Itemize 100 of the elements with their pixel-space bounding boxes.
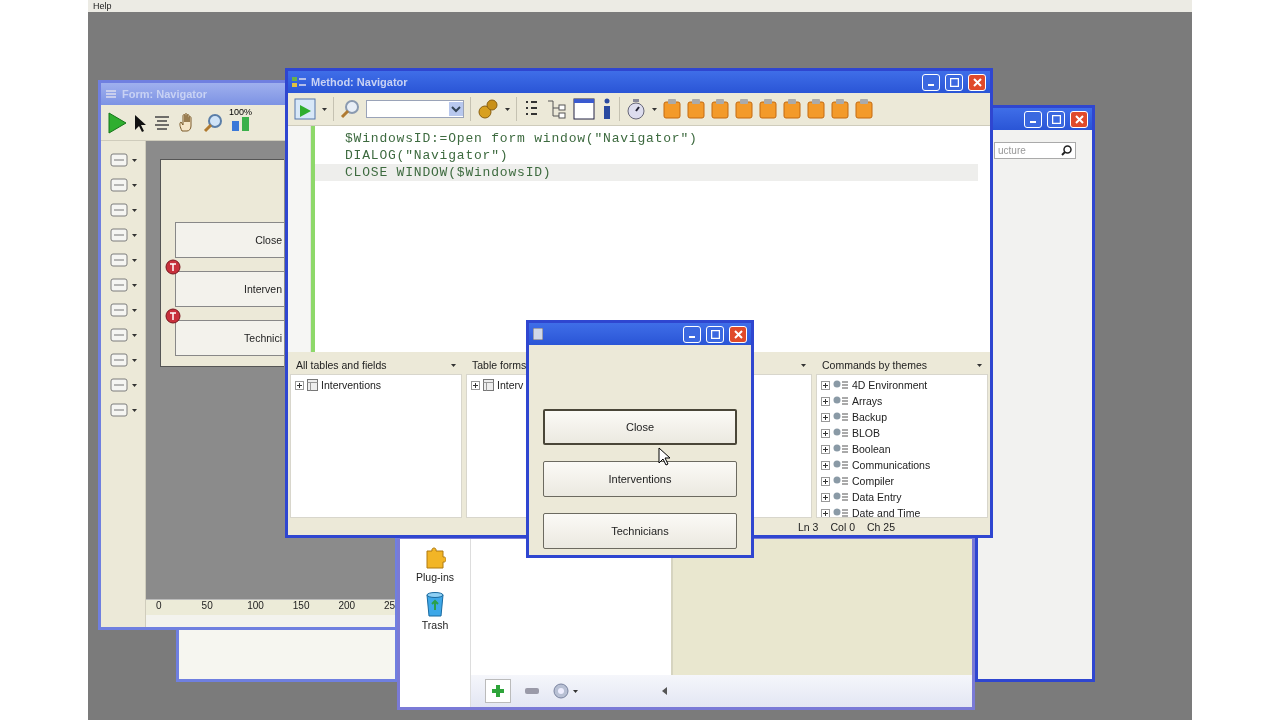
list-item[interactable]: Interventions bbox=[321, 379, 382, 391]
caret-icon[interactable] bbox=[451, 363, 456, 367]
clipboard-icon[interactable] bbox=[831, 99, 849, 119]
timer-icon[interactable] bbox=[626, 98, 646, 120]
marker-icon bbox=[165, 259, 181, 275]
window-icon[interactable] bbox=[573, 98, 595, 120]
caret-icon[interactable] bbox=[131, 308, 137, 312]
pane-header[interactable]: Commands by themes bbox=[822, 359, 928, 371]
caret-icon[interactable] bbox=[652, 107, 657, 111]
form-button[interactable]: Close bbox=[175, 222, 284, 258]
pane-header[interactable]: All tables and fields bbox=[296, 359, 387, 371]
theme-icon bbox=[833, 395, 849, 407]
list-item[interactable]: Backup bbox=[852, 411, 888, 423]
clipboard-icon[interactable] bbox=[855, 99, 873, 119]
close-button[interactable] bbox=[968, 73, 986, 91]
maximize-button[interactable] bbox=[706, 325, 724, 343]
caret-icon[interactable] bbox=[131, 358, 137, 362]
clipboard-icon[interactable] bbox=[807, 99, 825, 119]
theme-icon bbox=[833, 427, 849, 439]
search-field[interactable]: ucture bbox=[994, 142, 1076, 159]
caret-icon[interactable] bbox=[322, 107, 327, 111]
caret-icon[interactable] bbox=[131, 283, 137, 287]
list-item[interactable]: Date and Time bbox=[852, 507, 921, 517]
list-item[interactable]: Data Entry bbox=[852, 491, 902, 503]
add-button[interactable] bbox=[485, 679, 511, 703]
expand-icon[interactable] bbox=[821, 476, 830, 486]
marker-icon bbox=[165, 308, 181, 324]
maximize-button[interactable] bbox=[1047, 110, 1065, 128]
close-button[interactable] bbox=[729, 325, 747, 343]
list-item[interactable]: 4D Environment bbox=[852, 379, 928, 391]
expand-icon[interactable] bbox=[295, 380, 304, 390]
menu-item[interactable]: Help bbox=[93, 1, 112, 11]
ruler: 0 50 100 150 200 25 bbox=[146, 599, 395, 615]
expand-icon[interactable] bbox=[821, 396, 830, 406]
clipboard-icon[interactable] bbox=[687, 99, 705, 119]
explorer-item[interactable]: Plug-ins bbox=[416, 545, 454, 583]
run-icon[interactable] bbox=[107, 111, 127, 134]
pointer-icon[interactable] bbox=[133, 112, 147, 133]
caret-icon[interactable] bbox=[131, 158, 137, 162]
caret-icon[interactable] bbox=[131, 333, 137, 337]
clipboard-icon[interactable] bbox=[735, 99, 753, 119]
table-icon bbox=[307, 379, 318, 391]
trash-icon bbox=[424, 591, 446, 617]
dropdown-icon[interactable] bbox=[449, 102, 463, 116]
list-item[interactable]: Arrays bbox=[852, 395, 883, 407]
list-item[interactable]: Interv bbox=[497, 379, 524, 391]
pane-header[interactable]: Table forms bbox=[472, 359, 527, 371]
caret-icon[interactable] bbox=[977, 363, 982, 367]
code-line: $WindowsID:=Open form window("Navigator") bbox=[344, 130, 699, 147]
minimize-button[interactable] bbox=[683, 325, 701, 343]
close-icon bbox=[972, 77, 982, 87]
list-item[interactable]: Communications bbox=[852, 459, 931, 471]
puzzle-icon bbox=[424, 545, 446, 569]
maximize-button[interactable] bbox=[945, 73, 963, 91]
zoom-icon[interactable] bbox=[203, 112, 223, 133]
caret-icon[interactable] bbox=[573, 689, 578, 693]
caret-icon[interactable] bbox=[131, 233, 137, 237]
caret-icon[interactable] bbox=[131, 208, 137, 212]
zoom-level: 100% bbox=[229, 107, 253, 117]
list-item[interactable]: BLOB bbox=[852, 427, 880, 439]
theme-icon bbox=[833, 411, 849, 423]
clipboard-icon[interactable] bbox=[759, 99, 777, 119]
minimize-button[interactable] bbox=[1024, 110, 1042, 128]
window-title: Method: Navigator bbox=[311, 76, 409, 88]
clipboard-icon[interactable] bbox=[663, 99, 681, 119]
form-button[interactable]: Interven bbox=[175, 271, 284, 307]
caret-icon[interactable] bbox=[801, 363, 806, 367]
list-item[interactable]: Boolean bbox=[852, 443, 891, 455]
caret-icon[interactable] bbox=[131, 183, 137, 187]
expand-icon[interactable] bbox=[821, 492, 830, 502]
caret-icon[interactable] bbox=[505, 107, 510, 111]
list-item[interactable]: Compiler bbox=[852, 475, 894, 487]
close-button[interactable] bbox=[1070, 110, 1088, 128]
form-icon bbox=[105, 89, 117, 99]
align-icon[interactable] bbox=[153, 113, 171, 132]
caret-icon[interactable] bbox=[131, 408, 137, 412]
dialog-button[interactable]: Interventions bbox=[543, 461, 737, 497]
expand-icon[interactable] bbox=[821, 444, 830, 454]
clipboard-icon[interactable] bbox=[783, 99, 801, 119]
gears-icon[interactable] bbox=[477, 98, 499, 120]
minimize-button[interactable] bbox=[922, 73, 940, 91]
dialog-button[interactable]: Close bbox=[543, 409, 737, 445]
expand-icon[interactable] bbox=[471, 380, 480, 390]
info-icon[interactable] bbox=[601, 98, 613, 120]
maximize-icon bbox=[1051, 114, 1061, 124]
search-icon[interactable] bbox=[340, 99, 360, 119]
explorer-item[interactable]: Trash bbox=[421, 591, 449, 631]
expand-icon[interactable] bbox=[821, 412, 830, 422]
expand-icon[interactable] bbox=[821, 380, 830, 390]
expand-icon[interactable] bbox=[821, 460, 830, 470]
form-button[interactable]: Technici bbox=[175, 320, 284, 356]
search-icon bbox=[1061, 145, 1072, 156]
expand-icon[interactable] bbox=[821, 508, 830, 517]
left-arrow-icon[interactable] bbox=[662, 687, 667, 695]
caret-icon[interactable] bbox=[131, 383, 137, 387]
caret-icon[interactable] bbox=[131, 258, 137, 262]
dialog-button[interactable]: Technicians bbox=[543, 513, 737, 549]
clipboard-icon[interactable] bbox=[711, 99, 729, 119]
tree-icon[interactable] bbox=[545, 98, 567, 120]
expand-icon[interactable] bbox=[821, 428, 830, 438]
